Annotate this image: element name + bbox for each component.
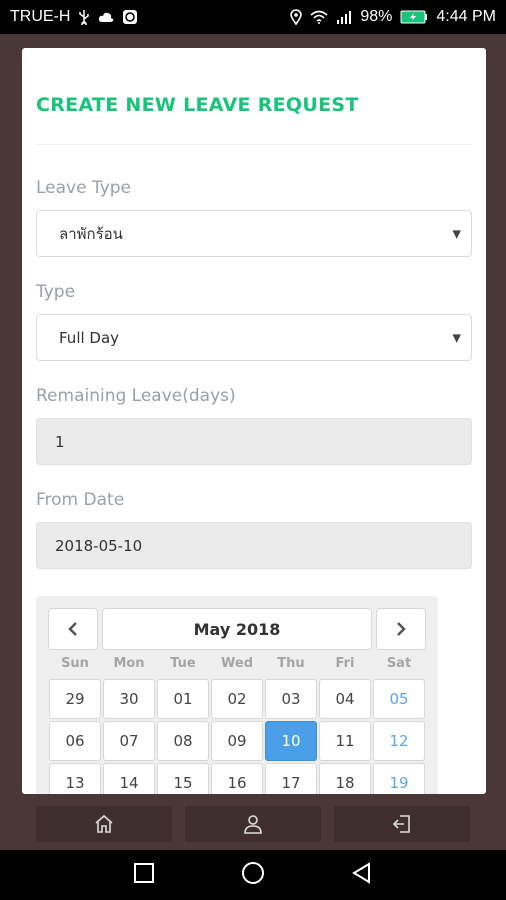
battery-charging-icon — [400, 10, 428, 24]
weekday-label: Mon — [113, 656, 145, 671]
carrier-name: TRUE-H — [10, 8, 71, 25]
chevron-right-icon — [397, 622, 406, 636]
remaining-leave-label: Remaining Leave(days) — [36, 386, 236, 406]
day-cell[interactable]: 17 — [265, 763, 317, 794]
location-icon — [290, 9, 303, 25]
day-cell[interactable]: 09 — [211, 721, 263, 761]
bottom-tab-bar — [0, 794, 506, 850]
day-cell[interactable]: 10 — [265, 721, 317, 761]
app-page: CREATE NEW LEAVE REQUEST Leave Type ลาพั… — [0, 34, 506, 850]
day-cell[interactable]: 05 — [373, 679, 425, 719]
from-date-label: From Date — [36, 490, 125, 510]
usb-icon — [78, 9, 90, 25]
logout-icon — [392, 815, 410, 833]
day-cell[interactable]: 16 — [211, 763, 263, 794]
weekday-header: Sun Mon Tue Wed Thu Fri Sat — [48, 656, 426, 678]
day-grid: 29 30 01 02 03 04 05 06 07 08 09 10 11 12 13 14 15 16 17 18… — [48, 678, 426, 794]
day-cell[interactable]: 29 — [49, 679, 101, 719]
weekday-label: Tue — [170, 656, 196, 671]
type-select[interactable]: Full Day ▼ — [36, 314, 472, 361]
dropdown-caret-icon: ▼ — [452, 227, 461, 240]
day-cell[interactable]: 02 — [211, 679, 263, 719]
tab-home[interactable] — [36, 806, 172, 842]
from-date-value: 2018-05-10 — [55, 536, 143, 555]
home-button[interactable] — [240, 860, 266, 890]
day-cell[interactable]: 19 — [373, 763, 425, 794]
day-cell[interactable]: 07 — [103, 721, 155, 761]
day-cell[interactable]: 04 — [319, 679, 371, 719]
weekday-label: Sat — [386, 656, 412, 671]
from-date-field[interactable]: 2018-05-10 — [36, 522, 472, 569]
dropdown-caret-icon: ▼ — [452, 331, 461, 344]
next-month-button[interactable] — [376, 608, 426, 650]
leave-type-value: ลาพักร้อน — [59, 224, 123, 243]
day-cell[interactable]: 11 — [319, 721, 371, 761]
android-nav-bar — [0, 850, 506, 900]
tab-profile[interactable] — [185, 806, 321, 842]
day-cell[interactable]: 13 — [49, 763, 101, 794]
remaining-leave-field: 1 — [36, 418, 472, 465]
type-label: Type — [36, 282, 76, 302]
app-notification-icon — [122, 9, 138, 25]
weekday-label: Wed — [221, 656, 253, 671]
wifi-icon — [310, 10, 328, 24]
weekday-label: Thu — [277, 656, 305, 671]
day-cell[interactable]: 03 — [265, 679, 317, 719]
back-button[interactable] — [351, 862, 373, 888]
type-value: Full Day — [59, 328, 120, 347]
month-label[interactable]: May 2018 — [102, 608, 372, 650]
day-cell[interactable]: 06 — [49, 721, 101, 761]
calendar-header: May 2018 — [48, 608, 426, 650]
prev-month-button[interactable] — [48, 608, 98, 650]
back-icon — [352, 862, 371, 884]
weekday-label: Fri — [335, 656, 355, 671]
cloud-icon — [98, 11, 114, 23]
day-cell[interactable]: 01 — [157, 679, 209, 719]
leave-request-card: CREATE NEW LEAVE REQUEST Leave Type ลาพั… — [22, 48, 486, 794]
title-divider — [36, 144, 472, 145]
user-icon — [244, 815, 262, 834]
recents-icon — [133, 863, 154, 883]
clock-time: 4:44 PM — [436, 8, 496, 25]
signal-icon — [336, 10, 352, 24]
day-cell[interactable]: 14 — [103, 763, 155, 794]
leave-type-label: Leave Type — [36, 178, 132, 198]
battery-percent: 98% — [360, 8, 393, 25]
day-cell[interactable]: 08 — [157, 721, 209, 761]
day-cell[interactable]: 18 — [319, 763, 371, 794]
day-cell[interactable]: 12 — [373, 721, 425, 761]
leave-type-select[interactable]: ลาพักร้อน ▼ — [36, 210, 472, 257]
tab-logout[interactable] — [334, 806, 470, 842]
remaining-leave-value: 1 — [55, 432, 65, 451]
chevron-left-icon — [68, 622, 77, 636]
home-circle-icon — [241, 862, 264, 884]
status-bar: TRUE-H 98% 4:44 PM — [0, 0, 506, 34]
day-cell[interactable]: 30 — [103, 679, 155, 719]
home-icon — [95, 814, 113, 833]
weekday-label: Sun — [61, 656, 89, 671]
recents-button[interactable] — [133, 862, 155, 888]
page-title: CREATE NEW LEAVE REQUEST — [36, 94, 359, 116]
date-picker: May 2018 Sun Mon Tue Wed Thu Fri Sat 29 3… — [36, 596, 438, 794]
day-cell[interactable]: 15 — [157, 763, 209, 794]
